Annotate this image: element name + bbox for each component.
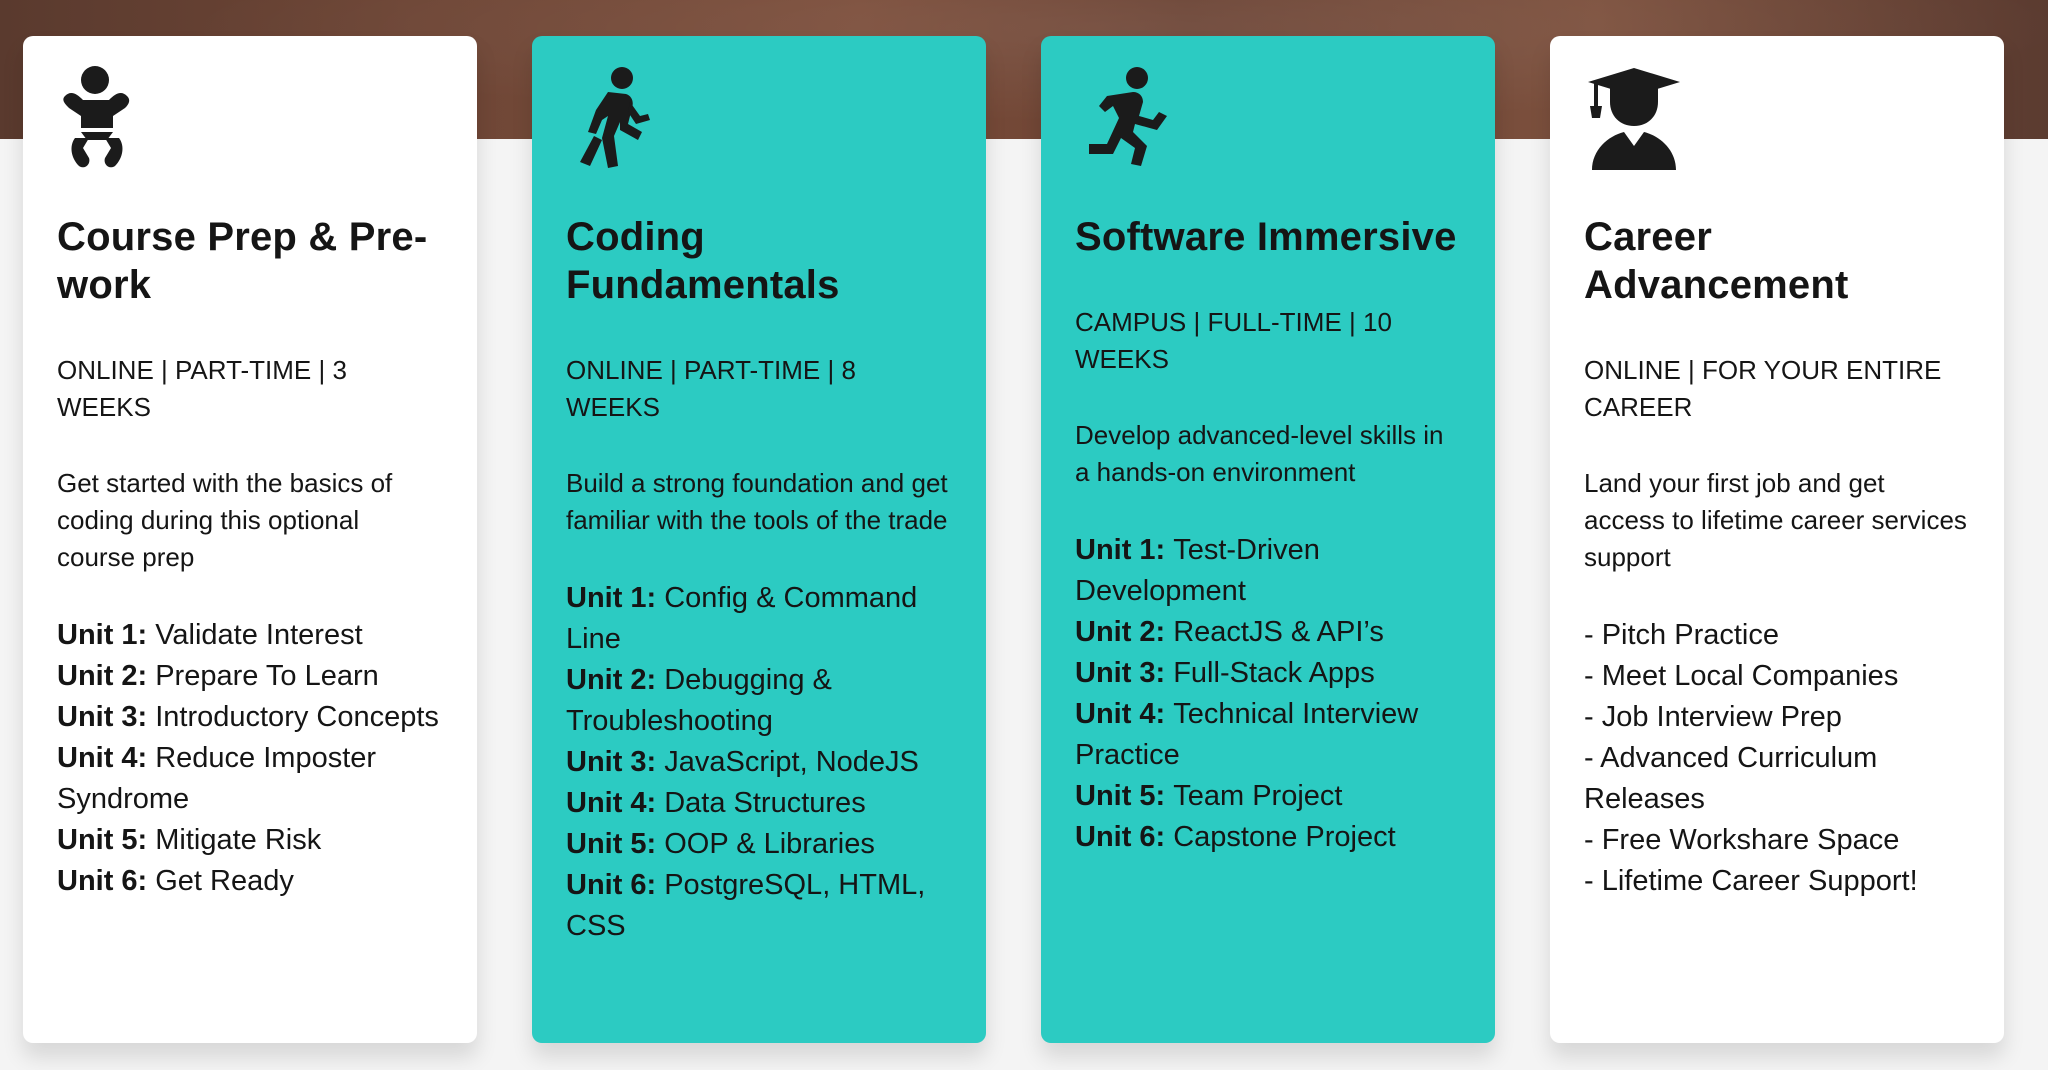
unit-text: Validate Interest [155, 619, 363, 651]
benefit-item: - Pitch Practice [1584, 619, 1779, 651]
unit-label: Unit 4: [1075, 698, 1166, 730]
card-description: Build a strong foundation and get famili… [566, 468, 948, 535]
benefit-item: - Free Workshare Space [1584, 824, 1900, 856]
walking-icon [568, 66, 664, 170]
unit-text: Full-Stack Apps [1173, 657, 1375, 689]
unit-text: JavaScript, NodeJS [664, 746, 919, 778]
unit-label: Unit 6: [566, 869, 657, 901]
unit-label: Unit 1: [57, 619, 148, 651]
unit-list: Unit 1: Config & Command Line Unit 2: Debu… [566, 578, 952, 947]
unit-item: Unit 5: Team Project [1075, 776, 1461, 817]
unit-text: Mitigate Risk [155, 824, 322, 856]
card-description: Get started with the basics of coding du… [57, 468, 393, 572]
unit-label: Unit 6: [1075, 821, 1166, 853]
graduate-icon [1586, 66, 1682, 170]
card-title: Software Immersive [1075, 215, 1457, 259]
benefit-item: - Advanced Curriculum Releases [1584, 742, 1878, 815]
unit-item: Unit 6: Capstone Project [1075, 817, 1461, 858]
unit-label: Unit 1: [566, 582, 657, 614]
unit-item: Unit 2: Prepare To Learn [57, 656, 443, 697]
card-meta: ONLINE | PART-TIME | 3 WEEKS [57, 355, 347, 422]
card-description: Develop advanced-level skills in a hands… [1075, 420, 1444, 487]
unit-label: Unit 3: [566, 746, 657, 778]
unit-item: Unit 3: Full-Stack Apps [1075, 653, 1461, 694]
card-title: Career Advancement [1584, 215, 1849, 307]
unit-label: Unit 3: [57, 701, 148, 733]
card-meta: CAMPUS | FULL-TIME | 10 WEEKS [1075, 307, 1392, 374]
card-software-immersive: Software Immersive CAMPUS | FULL-TIME | … [1041, 36, 1495, 1043]
benefit-item: - Job Interview Prep [1584, 701, 1842, 733]
unit-item: Unit 3: Introductory Concepts [57, 697, 443, 738]
card-title: Coding Fundamentals [566, 215, 840, 307]
unit-label: Unit 3: [1075, 657, 1166, 689]
benefit-list: - Pitch Practice - Meet Local Companies … [1584, 615, 1970, 902]
unit-label: Unit 2: [566, 664, 657, 696]
unit-item: Unit 4: Technical Interview Practice [1075, 694, 1461, 776]
unit-text: Data Structures [664, 787, 866, 819]
unit-text: Team Project [1173, 780, 1343, 812]
unit-list: Unit 1: Test-Driven Development Unit 2: Re… [1075, 530, 1461, 858]
card-course-prep: Course Prep & Pre-work ONLINE | PART-TIM… [23, 36, 477, 1043]
unit-label: Unit 5: [566, 828, 657, 860]
benefit-item: - Meet Local Companies [1584, 660, 1899, 692]
unit-item: Unit 2: ReactJS & API’s [1075, 612, 1461, 653]
unit-label: Unit 4: [566, 787, 657, 819]
unit-text: Get Ready [155, 865, 294, 897]
unit-label: Unit 2: [1075, 616, 1166, 648]
unit-text: OOP & Libraries [664, 828, 875, 860]
card-title: Course Prep & Pre-work [57, 215, 428, 307]
unit-item: Unit 5: OOP & Libraries [566, 824, 952, 865]
unit-item: Unit 1: Test-Driven Development [1075, 530, 1461, 612]
unit-item: Unit 1: Config & Command Line [566, 578, 952, 660]
card-career-advancement: Career Advancement ONLINE | FOR YOUR ENT… [1550, 36, 2004, 1043]
card-description: Land your first job and get access to li… [1584, 468, 1967, 572]
benefit-item: - Lifetime Career Support! [1584, 865, 1918, 897]
unit-label: Unit 4: [57, 742, 148, 774]
card-meta: ONLINE | PART-TIME | 8 WEEKS [566, 355, 856, 422]
unit-item: Unit 6: Get Ready [57, 861, 443, 902]
unit-text: Prepare To Learn [155, 660, 379, 692]
unit-label: Unit 5: [1075, 780, 1166, 812]
unit-item: Unit 1: Validate Interest [57, 615, 443, 656]
unit-label: Unit 5: [57, 824, 148, 856]
unit-label: Unit 2: [57, 660, 148, 692]
unit-list: Unit 1: Validate Interest Unit 2: Prepare … [57, 615, 443, 902]
card-coding-fundamentals: Coding Fundamentals ONLINE | PART-TIME |… [532, 36, 986, 1043]
unit-label: Unit 6: [57, 865, 148, 897]
program-cards: Course Prep & Pre-work ONLINE | PART-TIM… [0, 0, 2048, 1070]
unit-text: ReactJS & API’s [1173, 616, 1384, 648]
unit-item: Unit 4: Data Structures [566, 783, 952, 824]
card-meta: ONLINE | FOR YOUR ENTIRE CAREER [1584, 355, 1942, 422]
unit-item: Unit 4: Reduce Imposter Syndrome [57, 738, 443, 820]
baby-icon [59, 66, 155, 170]
unit-text: Introductory Concepts [155, 701, 439, 733]
unit-item: Unit 5: Mitigate Risk [57, 820, 443, 861]
unit-text: Capstone Project [1173, 821, 1396, 853]
unit-item: Unit 3: JavaScript, NodeJS [566, 742, 952, 783]
running-icon [1077, 66, 1173, 170]
unit-item: Unit 2: Debugging & Troubleshooting [566, 660, 952, 742]
unit-item: Unit 6: PostgreSQL, HTML, CSS [566, 865, 952, 947]
unit-label: Unit 1: [1075, 534, 1166, 566]
